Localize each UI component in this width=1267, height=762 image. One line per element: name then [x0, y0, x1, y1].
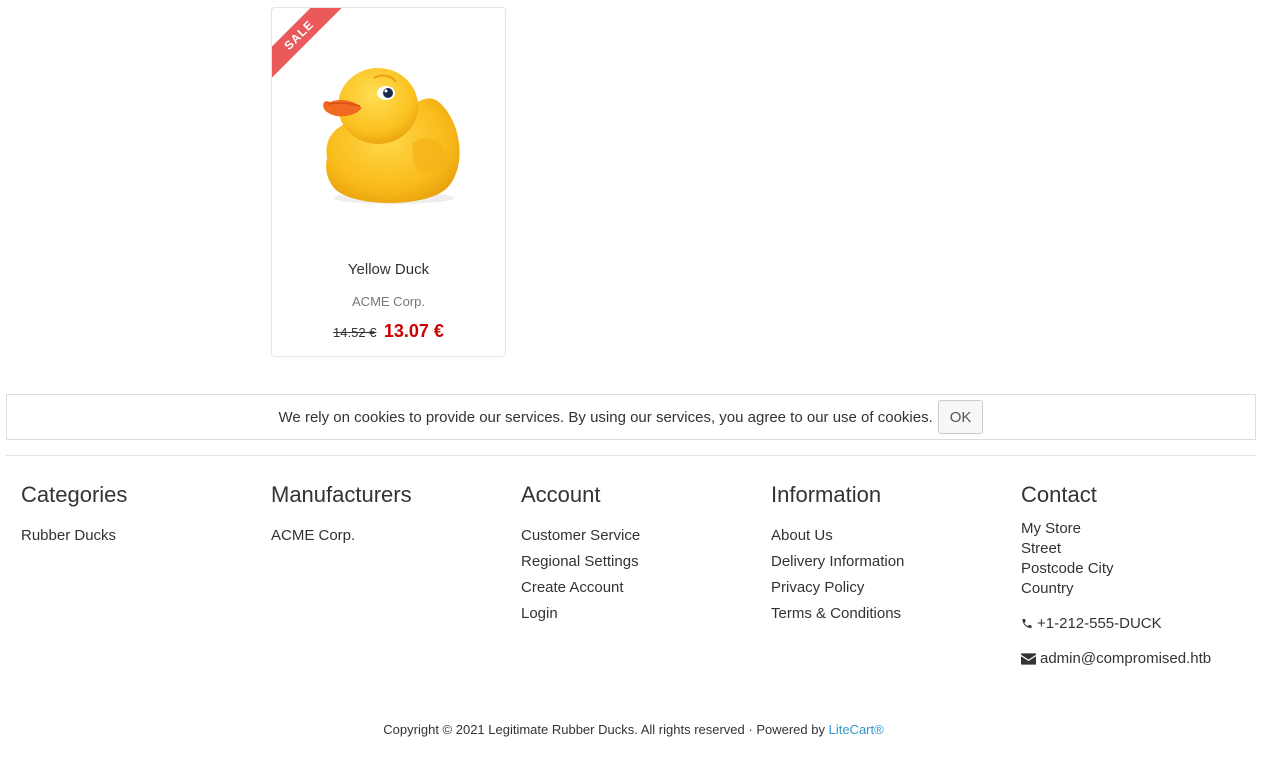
contact-email[interactable]: admin@compromised.htb — [1021, 649, 1261, 668]
cookie-notice-text: We rely on cookies to provide our servic… — [278, 408, 933, 426]
address-line: Street — [1021, 540, 1062, 557]
footer-manufacturers: Manufacturers ACME Corp. — [271, 482, 511, 549]
footer-link-customer-service[interactable]: Customer Service — [521, 523, 761, 549]
address-line: My Store — [1021, 520, 1082, 537]
page: SALE Yellow Duck ACME Corp. 14.52 € 13.0… — [0, 0, 1267, 762]
footer-categories-title: Categories — [21, 482, 128, 507]
footer-manufacturers-title: Manufacturers — [271, 482, 412, 507]
footer-categories: Categories Rubber Ducks — [21, 482, 261, 549]
footer-link-login[interactable]: Login — [521, 601, 761, 627]
footer-link-about-us[interactable]: About Us — [771, 523, 1011, 549]
footer-link-terms-conditions[interactable]: Terms & Conditions — [771, 601, 1011, 627]
contact-email-text[interactable]: admin@compromised.htb — [1040, 649, 1211, 668]
footer-information-title: Information — [771, 482, 882, 507]
product-card-yellow-duck[interactable]: SALE Yellow Duck ACME Corp. 14.52 € 13.0… — [271, 7, 506, 357]
rubber-duck-image — [323, 68, 460, 204]
footer-account-title: Account — [521, 482, 601, 507]
product-price: 14.52 € 13.07 € — [272, 321, 505, 342]
contact-phone-text[interactable]: +1-212-555-DUCK — [1037, 614, 1162, 633]
contact-address: My Store Street Postcode City Country — [1021, 519, 1261, 599]
litecart-link[interactable]: LiteCart® — [829, 722, 884, 737]
footer-link-delivery-information[interactable]: Delivery Information — [771, 549, 1011, 575]
phone-icon — [1022, 619, 1032, 628]
footer-link-create-account[interactable]: Create Account — [521, 575, 761, 601]
footer-contact-title: Contact — [1021, 482, 1097, 507]
footer-divider — [6, 455, 1256, 456]
address-line: Postcode City — [1021, 560, 1114, 577]
footer-link-rubber-ducks[interactable]: Rubber Ducks — [21, 523, 261, 549]
footer-information: Information About Us Delivery Informatio… — [771, 482, 1011, 627]
footer-contact: Contact My Store Street Postcode City Co… — [1021, 482, 1261, 684]
cookie-notice: We rely on cookies to provide our servic… — [6, 394, 1256, 440]
copyright: Copyright © 2021 Legitimate Rubber Ducks… — [0, 722, 1267, 737]
address-line: Country — [1021, 580, 1074, 597]
footer-link-privacy-policy[interactable]: Privacy Policy — [771, 575, 1011, 601]
footer-link-regional-settings[interactable]: Regional Settings — [521, 549, 761, 575]
footer-link-acme-corp[interactable]: ACME Corp. — [271, 523, 511, 549]
product-manufacturer: ACME Corp. — [352, 294, 425, 309]
product-name[interactable]: Yellow Duck — [272, 261, 505, 278]
envelope-icon — [1021, 652, 1036, 665]
copyright-text: Copyright © 2021 Legitimate Rubber Ducks… — [383, 722, 829, 737]
cookie-ok-button[interactable]: OK — [937, 400, 984, 434]
contact-phone[interactable]: +1-212-555-DUCK — [1021, 614, 1261, 633]
campaign-price: 13.07 € — [383, 321, 444, 341]
regular-price: 14.52 € — [333, 325, 377, 340]
footer-account: Account Customer Service Regional Settin… — [521, 482, 761, 627]
